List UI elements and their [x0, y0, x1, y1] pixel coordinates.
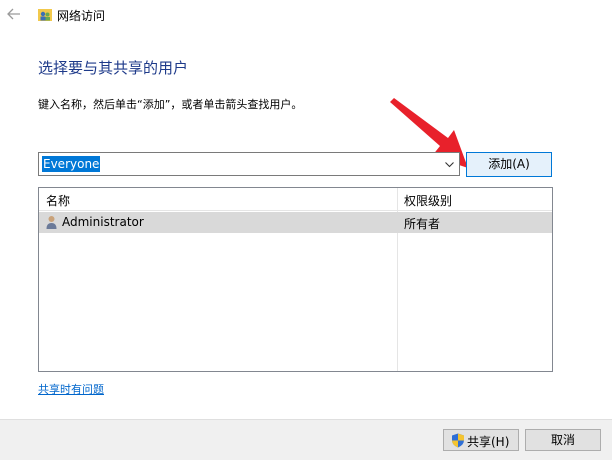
add-button[interactable]: 添加(A) — [466, 152, 552, 177]
window-title: 网络访问 — [57, 9, 106, 23]
chevron-down-icon[interactable] — [444, 159, 455, 170]
header-divider — [39, 210, 552, 211]
dialog-footer: 共享(H) 取消 — [0, 419, 612, 460]
list-header: 名称 权限级别 — [39, 188, 552, 210]
back-arrow-icon[interactable] — [6, 6, 22, 22]
combobox-selected-value[interactable]: Everyone — [42, 156, 101, 172]
network-share-icon — [38, 9, 52, 21]
share-button-label: 共享(H) — [467, 435, 510, 449]
title-bar: 网络访问 — [0, 0, 612, 32]
list-item[interactable]: Administrator 所有者 — [39, 212, 552, 233]
shield-icon — [452, 433, 464, 448]
instruction-text: 键入名称，然后单击“添加”，或者单击箭头查找用户。 — [38, 98, 303, 111]
column-header-permission[interactable]: 权限级别 — [404, 192, 452, 209]
permission-level[interactable]: 所有者 — [404, 215, 440, 232]
column-header-name[interactable]: 名称 — [46, 192, 70, 209]
user-name: Administrator — [62, 215, 144, 229]
cancel-button[interactable]: 取消 — [525, 429, 601, 451]
sharing-help-link[interactable]: 共享时有问题 — [38, 381, 104, 397]
page-heading: 选择要与其共享的用户 — [38, 59, 189, 77]
share-button[interactable]: 共享(H) — [443, 429, 519, 451]
user-name-combobox[interactable]: Everyone — [38, 152, 460, 176]
user-permission-list[interactable]: 名称 权限级别 Administrator 所有者 — [38, 187, 553, 372]
user-icon — [46, 216, 57, 229]
